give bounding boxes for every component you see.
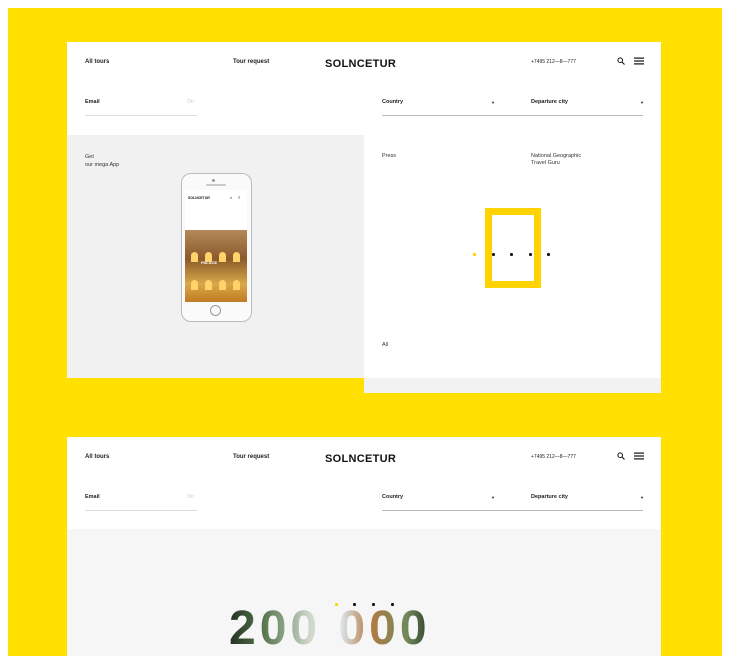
app-promo-panel: Get our mega App SOLNCETUR ⌕ ≡ PALACE bbox=[67, 135, 364, 378]
logo[interactable]: SOLNCETUR bbox=[325, 453, 396, 465]
phone-number[interactable]: +7495 212—8—777 bbox=[531, 59, 576, 65]
carousel-dot-active[interactable] bbox=[335, 603, 338, 606]
departure-city-label[interactable]: Departure city bbox=[531, 494, 568, 500]
top-nav: All tours Tour request SOLNCETUR +7495 2… bbox=[67, 42, 661, 82]
carousel-dot[interactable] bbox=[391, 603, 394, 606]
email-label: Email bbox=[85, 99, 100, 105]
nav-tour-request[interactable]: Tour request bbox=[233, 454, 269, 460]
carousel-dot[interactable] bbox=[510, 253, 513, 256]
chevron-down-icon[interactable]: ▼ bbox=[491, 495, 495, 500]
hero-panel: 200 000 bbox=[67, 529, 661, 656]
chevron-down-icon[interactable]: ▼ bbox=[640, 100, 644, 105]
smartphone-mockup: SOLNCETUR ⌕ ≡ PALACE bbox=[181, 173, 252, 322]
carousel-dot[interactable] bbox=[529, 253, 532, 256]
carousel-dot[interactable] bbox=[353, 603, 356, 606]
nav-tour-request[interactable]: Tour request bbox=[233, 59, 269, 65]
carousel-dot-active[interactable] bbox=[473, 253, 476, 256]
country-label[interactable]: Country bbox=[382, 494, 403, 500]
app-promo-text: Get our mega App bbox=[85, 153, 119, 169]
ng-title-line-2: Travel Guru bbox=[531, 160, 560, 166]
promo-line-2: our mega App bbox=[85, 162, 120, 168]
national-geographic-logo bbox=[485, 208, 541, 288]
email-placeholder[interactable]: On bbox=[187, 99, 194, 105]
menu-icon: ≡ bbox=[238, 195, 241, 200]
press-label[interactable]: Press bbox=[382, 153, 396, 160]
search-form: Email On Country ▼ Departure city ▼ bbox=[67, 485, 661, 521]
phone-number[interactable]: +7495 212—8—777 bbox=[531, 454, 576, 460]
chevron-down-icon[interactable]: ▼ bbox=[640, 495, 644, 500]
select-underline bbox=[382, 510, 643, 511]
ng-title-line-1: National Geographic bbox=[531, 153, 582, 159]
website-mockup-1: All tours Tour request SOLNCETUR +7495 2… bbox=[67, 42, 661, 393]
mobile-hero-label: PALACE bbox=[201, 260, 218, 265]
menu-icon[interactable] bbox=[634, 57, 644, 65]
website-mockup-2: 200 000 All tours Tour request SOLNCETUR… bbox=[67, 437, 661, 656]
home-button bbox=[210, 305, 221, 316]
select-underline bbox=[382, 115, 643, 116]
colosseum-image: PALACE bbox=[185, 230, 247, 302]
big-number: 200 000 bbox=[229, 605, 431, 656]
search-icon[interactable] bbox=[617, 452, 625, 460]
promo-line-1: Get bbox=[85, 154, 94, 160]
logo[interactable]: SOLNCETUR bbox=[325, 58, 396, 70]
carousel-dot[interactable] bbox=[492, 253, 495, 256]
nav-all-tours[interactable]: All tours bbox=[85, 59, 109, 65]
phone-earpiece bbox=[206, 184, 226, 186]
carousel-dot[interactable] bbox=[372, 603, 375, 606]
departure-city-label[interactable]: Departure city bbox=[531, 99, 568, 105]
all-link[interactable]: All bbox=[382, 342, 388, 349]
email-field-underline[interactable] bbox=[85, 115, 197, 116]
email-placeholder[interactable]: On bbox=[187, 494, 194, 500]
search-form: Email On Country ▼ Departure city ▼ bbox=[67, 90, 661, 126]
menu-icon[interactable] bbox=[634, 452, 644, 460]
nav-all-tours[interactable]: All tours bbox=[85, 454, 109, 460]
ng-title: National Geographic Travel Guru bbox=[531, 153, 581, 167]
carousel-dot[interactable] bbox=[547, 253, 550, 256]
email-label: Email bbox=[85, 494, 100, 500]
phone-screen: SOLNCETUR ⌕ ≡ PALACE bbox=[185, 190, 247, 302]
email-field-underline[interactable] bbox=[85, 510, 197, 511]
top-nav: All tours Tour request SOLNCETUR +7495 2… bbox=[67, 437, 661, 477]
search-icon: ⌕ bbox=[230, 195, 233, 200]
yellow-backdrop: All tours Tour request SOLNCETUR +7495 2… bbox=[8, 8, 722, 656]
national-geographic-panel: Press National Geographic Travel Guru Al… bbox=[364, 135, 661, 378]
search-icon[interactable] bbox=[617, 57, 625, 65]
mobile-logo: SOLNCETUR bbox=[188, 196, 210, 200]
country-label[interactable]: Country bbox=[382, 99, 403, 105]
phone-speaker bbox=[212, 179, 215, 182]
panel-bottom-strip bbox=[364, 378, 661, 393]
chevron-down-icon[interactable]: ▼ bbox=[491, 100, 495, 105]
